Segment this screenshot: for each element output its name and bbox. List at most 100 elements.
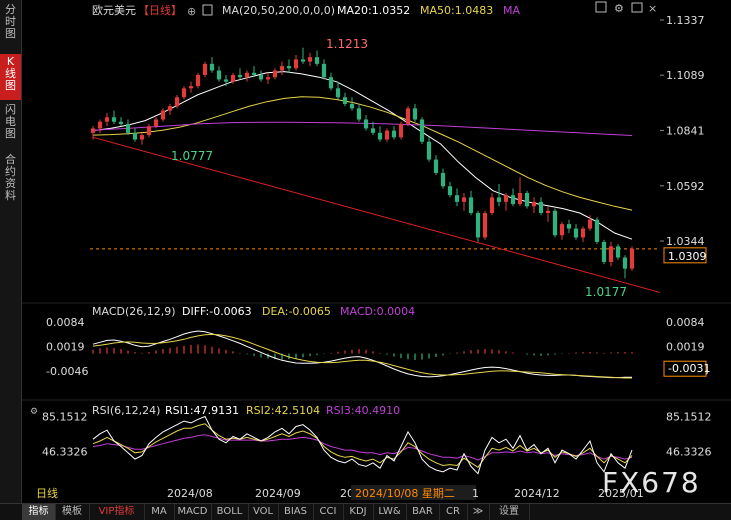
candle-body <box>622 257 628 269</box>
rsi1-value: RSI1:47.9131 <box>165 404 239 417</box>
rsi-setting-icon[interactable]: ⚙ <box>30 407 38 417</box>
candle-body <box>496 197 502 202</box>
candle-body <box>146 126 152 136</box>
ma-line-ma200 <box>92 121 633 136</box>
ma50-value: MA50:1.0483 <box>420 4 493 17</box>
macd-tick-label: 0.0019 <box>666 340 705 353</box>
time-label-nov-partial: 1 <box>472 487 479 500</box>
price-tick-label: 1.0592 <box>666 180 705 193</box>
candle-body <box>608 246 614 262</box>
tab-settings[interactable]: 设置 <box>489 504 530 520</box>
candle-body <box>545 210 551 213</box>
candle-body <box>349 103 355 109</box>
candle-body <box>503 195 509 202</box>
rsi-tick-label-left: 85.1512 <box>42 410 88 423</box>
tab-indicator-0[interactable]: 指标 <box>22 504 56 520</box>
price-tick-label: 1.0344 <box>666 235 705 248</box>
watermark-logo: FX678 <box>602 466 701 499</box>
tab-indicator-8[interactable]: CCI <box>313 504 344 520</box>
price-tick-label: 1.1337 <box>666 14 705 27</box>
candle-body <box>272 70 278 78</box>
candle-body <box>412 108 418 120</box>
current-price-label: 1.0309 <box>668 250 707 263</box>
candle-body <box>594 219 600 242</box>
maximize-icon[interactable] <box>631 2 643 13</box>
time-label-aug: 2024/08 <box>167 487 213 500</box>
tab-indicator-9[interactable]: KDJ <box>343 504 374 520</box>
price-tick-label: 1.0841 <box>666 124 705 137</box>
tab-indicator-4[interactable]: MACD <box>174 504 212 520</box>
candle-body <box>286 66 292 69</box>
tab-indicator-2[interactable]: VIP指标 <box>89 504 145 520</box>
candle-body <box>118 121 124 124</box>
tab-indicator-6[interactable]: VOL <box>248 504 279 520</box>
candle-body <box>251 72 257 75</box>
candle-body <box>265 77 271 80</box>
candle-body <box>293 59 299 69</box>
candle-body <box>237 74 243 78</box>
candle-body <box>384 130 390 140</box>
add-indicator-icon[interactable]: ⊕ <box>187 5 196 18</box>
annotation-high: 1.1213 <box>326 37 368 51</box>
tab-indicator-1[interactable]: 模板 <box>55 504 90 520</box>
tab-indicator-7[interactable]: BIAS <box>278 504 314 520</box>
candle-body <box>356 108 362 120</box>
candle-body <box>531 201 537 207</box>
tab-indicator-5[interactable]: BOLL <box>211 504 249 520</box>
tab-indicator-3[interactable]: MA <box>144 504 175 520</box>
candle-body <box>125 123 131 133</box>
indicator-toolbar: 指标 模板 VIP指标 MA MACD BOLL VOL BIAS CCI KDJ LW& BAR CR… <box>0 503 731 520</box>
tab-indicator-11[interactable]: BAR <box>406 504 440 520</box>
candle-body <box>559 224 565 236</box>
candle-body <box>524 192 530 207</box>
candle-body <box>363 119 369 129</box>
candle-body <box>111 117 117 122</box>
candle-body <box>132 132 138 140</box>
rsi1-line <box>92 415 633 475</box>
price-tick-label: 1.1089 <box>666 69 705 82</box>
candle-body <box>167 106 173 111</box>
candle-body <box>195 74 201 87</box>
candle-body <box>510 195 516 205</box>
candle-body <box>552 210 558 236</box>
candle-body <box>300 59 306 62</box>
candle-body <box>314 57 320 64</box>
candle-body <box>517 192 523 205</box>
tab-indicator-10[interactable]: LW& <box>373 504 407 520</box>
macd-dea-line <box>92 333 632 379</box>
restore-icon[interactable] <box>595 1 607 13</box>
candle-body <box>489 197 495 213</box>
macd-title: MACD(26,12,9) <box>92 305 176 318</box>
candle-body <box>440 172 446 187</box>
macd-tick-label-left: 0.0019 <box>46 340 85 353</box>
indicator-setting-icon[interactable] <box>202 4 213 16</box>
candle-body <box>216 70 222 80</box>
candle-body <box>573 228 579 238</box>
kline-chart[interactable]: 欧元美元 【日线】 ⊕ MA(20,50,200,0,0,0) MA20:1.0… <box>0 0 731 503</box>
period-label[interactable]: 【日线】 <box>138 3 182 17</box>
cursor-date: 2024/10/08 星期二 <box>355 487 455 500</box>
macd-dea: DEA:-0.0065 <box>262 305 331 318</box>
ma200-value: MA <box>503 4 520 17</box>
candle-body <box>482 212 488 238</box>
rsi3-line <box>92 434 633 461</box>
close-icon[interactable]: × <box>648 2 657 15</box>
rsi3-value: RSI3:40.4910 <box>326 404 400 417</box>
candle-body <box>426 141 432 160</box>
rsi-tick-label: 46.3326 <box>666 446 712 459</box>
tab-indicator-12[interactable]: CR <box>439 504 468 520</box>
candle-body <box>202 63 208 75</box>
settings-icon[interactable]: ⚙ <box>614 2 624 15</box>
candle-body <box>580 228 586 238</box>
candle-body <box>279 66 285 71</box>
period-name: 日线 <box>36 486 58 500</box>
rsi-tick-label: 85.1512 <box>666 410 712 423</box>
tab-more[interactable]: ≫ <box>467 504 490 520</box>
candle-body <box>90 128 96 133</box>
candle-body <box>405 108 411 124</box>
macd-tick-label-left: -0.0046 <box>46 365 88 378</box>
candle-body <box>188 86 194 89</box>
candle-body <box>307 57 313 62</box>
candle-body <box>454 195 460 202</box>
candle-body <box>104 117 110 122</box>
